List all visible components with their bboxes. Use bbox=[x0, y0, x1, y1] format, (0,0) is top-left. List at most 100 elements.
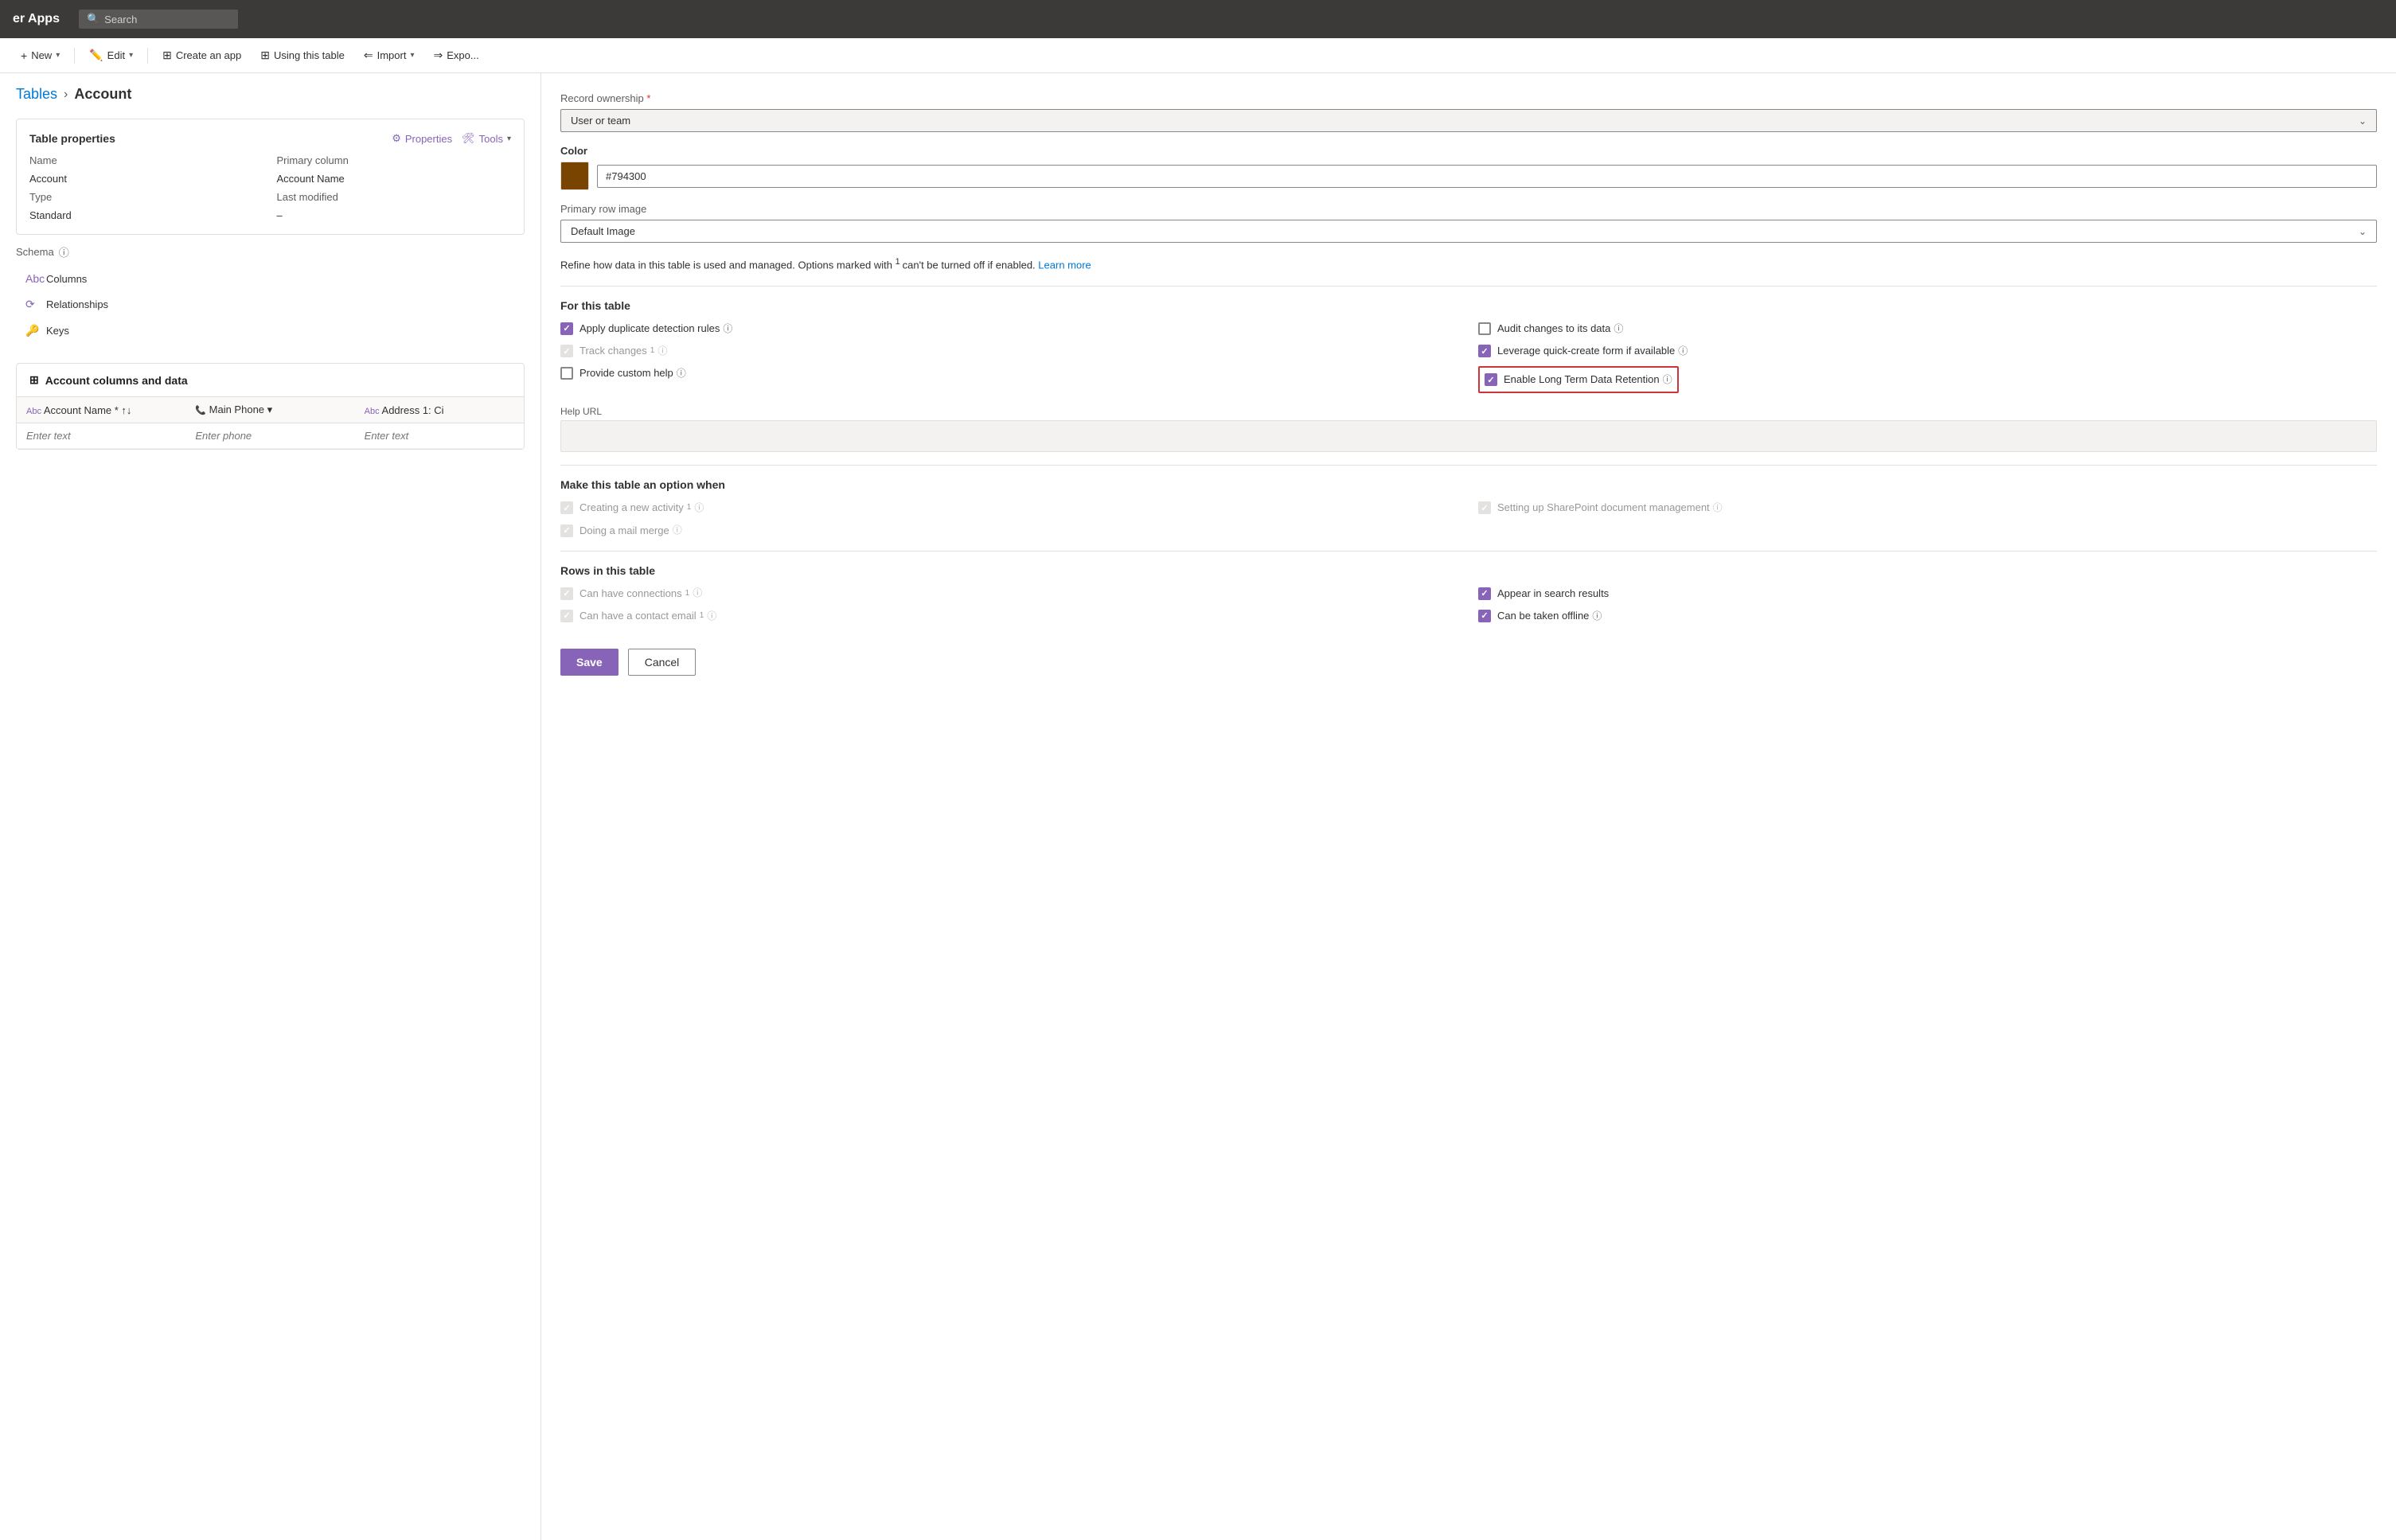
topbar: er Apps 🔍 bbox=[0, 0, 2396, 38]
checkbox-sharepoint bbox=[1478, 501, 1491, 514]
check-provide-help: Provide custom help ⓘ bbox=[560, 366, 1459, 393]
toolbar: + New ▾ ✏️ Edit ▾ ⊞ Create an app ⊞ Usin… bbox=[0, 38, 2396, 73]
label-taken-offline: Can be taken offline ⓘ bbox=[1497, 609, 1602, 623]
check-sharepoint: Setting up SharePoint document managemen… bbox=[1478, 501, 2377, 515]
edit-dropdown-arrow[interactable]: ▾ bbox=[129, 51, 133, 60]
info-connections: ⓘ bbox=[693, 587, 702, 600]
schema-item-keys[interactable]: 🔑 Keys bbox=[16, 318, 525, 344]
divider-1 bbox=[560, 286, 2377, 287]
refine-text: Refine how data in this table is used an… bbox=[560, 255, 2377, 273]
primary-row-image-dropdown[interactable]: Default Image ⌄ bbox=[560, 220, 2377, 243]
record-ownership-chevron: ⌄ bbox=[2359, 115, 2367, 127]
data-section-title: Account columns and data bbox=[45, 374, 188, 387]
table-icon: ⊞ bbox=[29, 373, 39, 387]
main-phone-input[interactable] bbox=[195, 430, 345, 442]
name-label: Name bbox=[29, 154, 264, 166]
checkbox-appear-search[interactable] bbox=[1478, 587, 1491, 600]
color-hex-input[interactable] bbox=[597, 165, 2377, 188]
schema-item-columns[interactable]: Abc Columns bbox=[16, 266, 525, 291]
cell-main-phone bbox=[185, 423, 354, 449]
label-creating-activity: Creating a new activity 1 ⓘ bbox=[579, 501, 704, 515]
schema-info-icon: ⓘ bbox=[59, 244, 69, 259]
app-title: er Apps bbox=[13, 12, 60, 26]
import-button[interactable]: ⇐ Import ▾ bbox=[356, 45, 423, 65]
card-header: Table properties ⚙ Properties 🛠 Tools ▾ bbox=[29, 132, 511, 145]
info-apply-duplicate[interactable]: ⓘ bbox=[723, 322, 732, 336]
checkbox-apply-duplicate[interactable] bbox=[560, 322, 573, 335]
check-enable-long-term: Enable Long Term Data Retention ⓘ bbox=[1478, 366, 2377, 393]
import-dropdown-arrow[interactable]: ▾ bbox=[410, 51, 414, 60]
properties-table: Name Primary column Account Account Name… bbox=[29, 154, 511, 221]
make-option-grid: Creating a new activity 1 ⓘ Setting up S… bbox=[560, 501, 2377, 537]
using-table-icon: ⊞ bbox=[260, 49, 270, 62]
check-leverage-quick-create: Leverage quick-create form if available … bbox=[1478, 344, 2377, 358]
info-creating-activity: ⓘ bbox=[694, 501, 704, 515]
checkbox-taken-offline[interactable] bbox=[1478, 610, 1491, 622]
learn-more-link[interactable]: Learn more bbox=[1038, 259, 1091, 271]
table-properties-card: Table properties ⚙ Properties 🛠 Tools ▾ … bbox=[16, 119, 525, 235]
left-panel: Tables › Account Table properties ⚙ Prop… bbox=[0, 73, 541, 1540]
label-track-changes: Track changes 1 ⓘ bbox=[579, 344, 667, 358]
checkbox-leverage-quick-create[interactable] bbox=[1478, 345, 1491, 357]
checkbox-track-changes bbox=[560, 345, 573, 357]
primary-row-image-value: Default Image bbox=[571, 225, 635, 237]
toolbar-divider-1 bbox=[74, 48, 75, 64]
checkbox-enable-long-term[interactable] bbox=[1485, 373, 1497, 386]
table-row bbox=[17, 423, 524, 449]
new-dropdown-arrow[interactable]: ▾ bbox=[56, 51, 60, 60]
record-ownership-dropdown[interactable]: User or team ⌄ bbox=[560, 109, 2377, 132]
check-appear-search: Appear in search results bbox=[1478, 587, 2377, 601]
tools-dropdown-arrow[interactable]: ▾ bbox=[507, 135, 511, 143]
help-url-input[interactable] bbox=[560, 420, 2377, 452]
search-box[interactable]: 🔍 bbox=[79, 10, 238, 29]
checkbox-creating-activity bbox=[560, 501, 573, 514]
card-actions: ⚙ Properties 🛠 Tools ▾ bbox=[392, 132, 511, 145]
info-audit-changes[interactable]: ⓘ bbox=[1614, 322, 1623, 336]
color-swatch[interactable] bbox=[560, 162, 589, 190]
checkbox-audit-changes[interactable] bbox=[1478, 322, 1491, 335]
info-enable-long-term[interactable]: ⓘ bbox=[1663, 373, 1672, 387]
rows-in-table-title: Rows in this table bbox=[560, 564, 2377, 577]
primary-column-label: Primary column bbox=[277, 154, 512, 166]
check-taken-offline: Can be taken offline ⓘ bbox=[1478, 609, 2377, 623]
help-url-label: Help URL bbox=[560, 406, 2377, 417]
breadcrumb-tables-link[interactable]: Tables bbox=[16, 86, 57, 103]
label-audit-changes: Audit changes to its data ⓘ bbox=[1497, 322, 1623, 336]
info-contact-email: ⓘ bbox=[707, 610, 716, 623]
tools-button[interactable]: 🛠 Tools ▾ bbox=[462, 132, 511, 145]
label-connections: Can have connections 1 ⓘ bbox=[579, 587, 702, 601]
label-apply-duplicate: Apply duplicate detection rules ⓘ bbox=[579, 322, 732, 336]
label-leverage-quick-create: Leverage quick-create form if available … bbox=[1497, 344, 1688, 358]
using-table-button[interactable]: ⊞ Using this table bbox=[252, 45, 353, 65]
relationships-icon: ⟳ bbox=[25, 298, 40, 311]
col-icon-abc: Abc bbox=[26, 407, 41, 416]
schema-item-relationships[interactable]: ⟳ Relationships bbox=[16, 291, 525, 318]
search-input[interactable] bbox=[104, 14, 232, 25]
save-button[interactable]: Save bbox=[560, 649, 619, 676]
cell-address bbox=[355, 423, 524, 449]
account-name-input[interactable] bbox=[26, 430, 176, 442]
right-panel: Record ownership * User or team ⌄ Color … bbox=[541, 73, 2396, 1540]
cancel-button[interactable]: Cancel bbox=[628, 649, 697, 676]
properties-button[interactable]: ⚙ Properties bbox=[392, 132, 452, 145]
th-main-phone: 📞 Main Phone ▾ bbox=[185, 397, 354, 423]
create-app-button[interactable]: ⊞ Create an app bbox=[154, 45, 249, 65]
export-button[interactable]: ⇒ Expo... bbox=[425, 45, 486, 65]
info-provide-help[interactable]: ⓘ bbox=[677, 367, 686, 380]
record-ownership-value: User or team bbox=[571, 115, 630, 127]
color-row bbox=[560, 162, 2377, 190]
rows-grid: Can have connections 1 ⓘ Appear in searc… bbox=[560, 587, 2377, 623]
info-taken-offline[interactable]: ⓘ bbox=[1592, 610, 1602, 623]
relationships-label: Relationships bbox=[46, 298, 108, 310]
info-mail-merge: ⓘ bbox=[673, 524, 682, 537]
address-input[interactable] bbox=[365, 430, 514, 442]
new-button[interactable]: + New ▾ bbox=[13, 46, 68, 65]
label-mail-merge: Doing a mail merge ⓘ bbox=[579, 524, 682, 538]
columns-label: Columns bbox=[46, 273, 87, 285]
checkbox-provide-help[interactable] bbox=[560, 367, 573, 380]
check-apply-duplicate: Apply duplicate detection rules ⓘ bbox=[560, 322, 1459, 336]
for-this-table-grid: Apply duplicate detection rules ⓘ Audit … bbox=[560, 322, 2377, 394]
card-title: Table properties bbox=[29, 132, 115, 145]
edit-button[interactable]: ✏️ Edit ▾ bbox=[81, 45, 141, 65]
info-leverage-quick-create[interactable]: ⓘ bbox=[1678, 345, 1688, 358]
